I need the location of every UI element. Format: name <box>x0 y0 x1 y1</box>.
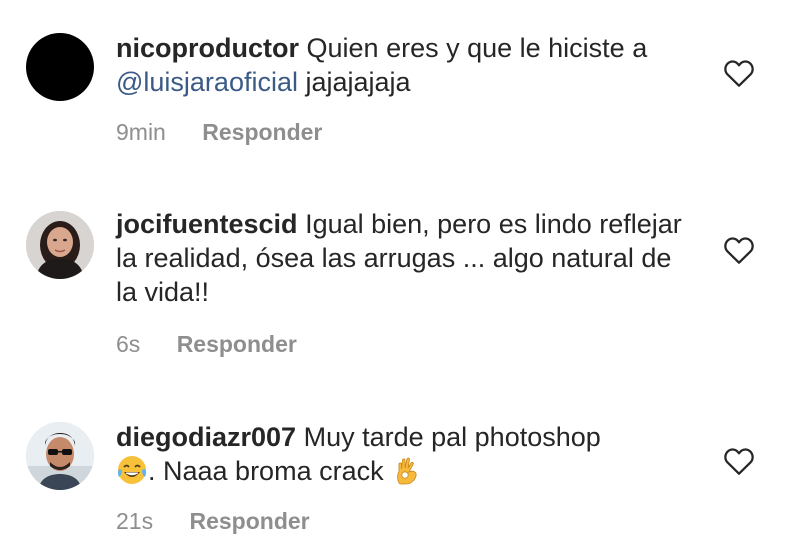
comment-meta: 6s Responder <box>116 331 297 358</box>
heart-outline-icon[interactable] <box>723 235 755 265</box>
comment-timestamp: 9min <box>116 119 166 145</box>
man-sunglasses-photo-avatar-icon <box>26 422 94 490</box>
avatar[interactable] <box>26 211 94 279</box>
comment-timestamp: 6s <box>116 331 141 357</box>
comment-body: Muy tarde pal photoshop <box>303 422 601 452</box>
tears-of-joy-emoji-icon <box>118 456 146 484</box>
comment-timestamp: 21s <box>116 508 154 534</box>
comment-username[interactable]: jocifuentescid <box>116 209 298 239</box>
comment-body: Quien eres y que le hiciste a <box>306 33 648 63</box>
comment-item: diegodiazr007 Muy tarde pal photoshop . … <box>0 380 800 546</box>
woman-photo-avatar-icon <box>26 211 94 279</box>
heart-outline-icon[interactable] <box>723 58 755 88</box>
comment-meta: 9min Responder <box>116 119 322 146</box>
reply-button[interactable]: Responder <box>189 508 309 535</box>
heart-outline-icon[interactable] <box>723 446 755 476</box>
comment-text: nicoproductor Quien eres y que le hicist… <box>116 31 696 99</box>
comment-item: nicoproductor Quien eres y que le hicist… <box>0 0 800 180</box>
comment-body-end: jajajajaja <box>297 67 411 97</box>
comment-text: jocifuentescid Igual bien, pero es lindo… <box>116 207 696 309</box>
comment-body-end: . Naaa broma crack <box>148 456 384 486</box>
ok-hand-emoji-icon <box>397 457 417 485</box>
reply-button[interactable]: Responder <box>202 119 322 146</box>
comment-item: jocifuentescid Igual bien, pero es lindo… <box>0 180 800 380</box>
avatar[interactable] <box>26 422 94 490</box>
comment-username[interactable]: diegodiazr007 <box>116 422 296 452</box>
reply-button[interactable]: Responder <box>177 331 297 358</box>
comment-username[interactable]: nicoproductor <box>116 33 299 63</box>
comment-meta: 21s Responder <box>116 508 310 535</box>
mention-link[interactable]: @luisjaraoficial <box>116 67 298 97</box>
comment-text: diegodiazr007 Muy tarde pal photoshop . … <box>116 420 696 488</box>
avatar[interactable] <box>26 33 94 101</box>
